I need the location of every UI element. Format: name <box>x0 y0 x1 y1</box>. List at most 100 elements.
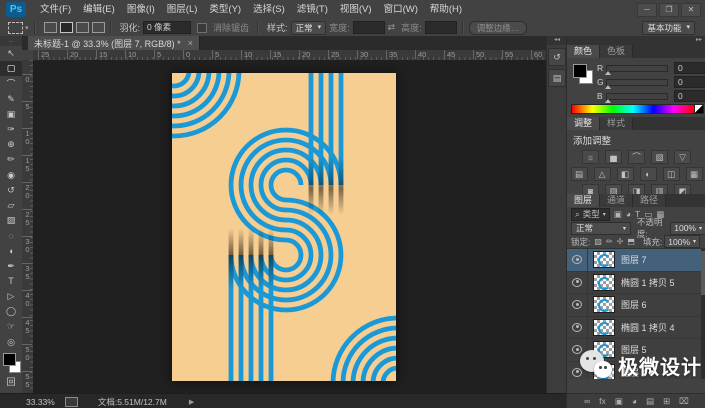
current-tool-icon[interactable] <box>8 22 23 34</box>
close-button[interactable]: ✕ <box>681 3 701 17</box>
collapsed-panel-history[interactable]: ↺ <box>548 48 566 66</box>
dodge-tool[interactable]: ◖ <box>0 243 22 258</box>
quick-mask-button[interactable]: 回 <box>0 374 22 389</box>
maximize-button[interactable]: ❐ <box>659 3 679 17</box>
marquee-tool[interactable]: ▢ <box>0 61 22 76</box>
zoom-tool[interactable]: ◎ <box>0 335 22 350</box>
adj-photo-filter[interactable]: ◐ <box>640 167 657 181</box>
layer-filter-select[interactable]: ⌕ 类型 ▾ <box>571 208 610 221</box>
selection-subtract-icon[interactable] <box>76 22 89 33</box>
tab-paths[interactable]: 路径 <box>633 194 666 207</box>
layer-row[interactable]: 图层 6 <box>567 294 705 317</box>
tool-preset-arrow-icon[interactable]: ▾ <box>25 24 29 32</box>
channel-value-input[interactable]: 0 <box>674 62 705 74</box>
antialias-checkbox[interactable] <box>197 23 207 33</box>
adj-black-white[interactable]: ◧ <box>617 167 634 181</box>
refine-edge-button[interactable]: 调整边缘… <box>469 21 528 35</box>
adj-levels[interactable]: ▅ <box>605 150 622 164</box>
type-tool[interactable]: T <box>0 274 22 289</box>
zoom-level-input[interactable]: 33.33% <box>26 397 55 407</box>
slider-thumb[interactable] <box>605 99 611 103</box>
channel-slider[interactable] <box>606 93 668 100</box>
layer-thumbnail[interactable] <box>593 296 615 313</box>
height-input[interactable] <box>425 21 457 34</box>
menu-select[interactable]: 选择(S) <box>247 0 291 19</box>
layer-thumbnail[interactable] <box>593 319 615 336</box>
adj-curves[interactable]: ⌒ <box>628 150 645 164</box>
feather-input[interactable]: 0 像素 <box>143 21 191 34</box>
tab-channels[interactable]: 通道 <box>600 194 633 207</box>
menu-view[interactable]: 视图(V) <box>334 0 378 19</box>
pen-tool[interactable]: ✒ <box>0 259 22 274</box>
tab-close-icon[interactable]: × <box>188 38 193 48</box>
menu-layer[interactable]: 图层(L) <box>161 0 204 19</box>
lasso-tool[interactable]: ⌒ <box>0 76 22 91</box>
clone-stamp-tool[interactable]: ◉ <box>0 168 22 183</box>
quick-selection-tool[interactable]: ✎ <box>0 92 22 107</box>
layer-style-icon[interactable]: fx <box>599 395 606 408</box>
eyedropper-tool[interactable]: ✑ <box>0 122 22 137</box>
menu-file[interactable]: 文件(F) <box>34 0 77 19</box>
add-mask-icon[interactable]: ▣ <box>615 395 623 408</box>
status-expand-icon[interactable]: ▶ <box>189 398 194 406</box>
minimize-button[interactable]: ─ <box>637 3 657 17</box>
shape-tool[interactable]: ◯ <box>0 304 22 319</box>
new-group-icon[interactable]: ▤ <box>646 395 654 408</box>
width-input[interactable] <box>353 21 385 34</box>
canvas-artwork[interactable] <box>172 73 396 381</box>
expand-dock-icon[interactable]: ◂◂ <box>547 36 567 45</box>
selection-add-icon[interactable] <box>60 22 73 33</box>
tab-color[interactable]: 颜色 <box>567 45 600 58</box>
link-layers-icon[interactable]: ∞ <box>584 395 590 408</box>
adj-brightness-contrast[interactable]: ☼ <box>582 150 599 164</box>
layer-thumbnail[interactable] <box>593 251 615 268</box>
foreground-color-swatch[interactable] <box>3 353 16 366</box>
canvas-viewport[interactable] <box>33 60 546 393</box>
adj-color-balance[interactable]: △ <box>594 167 611 181</box>
fill-select[interactable]: 100%▾ <box>664 235 700 248</box>
document-tab[interactable]: 未标题-1 @ 33.3% (图层 7, RGB/8) * × <box>28 36 200 50</box>
workspace-select[interactable]: 基本功能▾ <box>642 21 695 35</box>
hand-tool[interactable]: ☞ <box>0 319 22 334</box>
visibility-toggle[interactable] <box>567 317 588 339</box>
collapse-dock-icon[interactable]: ▸▸ <box>567 36 705 45</box>
style-select[interactable]: 正常▾ <box>291 21 327 35</box>
blur-tool[interactable]: ◌ <box>0 228 22 243</box>
eraser-tool[interactable]: ▱ <box>0 198 22 213</box>
lock-pixels-icon[interactable]: ✏ <box>606 237 613 246</box>
color-spectrum-bar[interactable] <box>571 104 695 114</box>
healing-brush-tool[interactable]: ⊕ <box>0 137 22 152</box>
visibility-toggle[interactable] <box>567 272 588 294</box>
blend-mode-select[interactable]: 正常▾ <box>571 222 631 235</box>
menu-image[interactable]: 图像(I) <box>121 0 161 19</box>
slider-thumb[interactable] <box>605 85 611 89</box>
layer-thumbnail[interactable] <box>593 274 615 291</box>
layer-row[interactable]: 椭圆 1 拷贝 4 <box>567 317 705 340</box>
spectrum-bw-swatch[interactable] <box>694 104 704 114</box>
filter-adjustment-layers-icon[interactable]: ◕ <box>626 209 631 220</box>
new-layer-icon[interactable]: ⊞ <box>663 395 670 408</box>
history-brush-tool[interactable]: ↺ <box>0 183 22 198</box>
lock-transparency-icon[interactable]: ▨ <box>594 237 602 246</box>
channel-slider[interactable] <box>606 79 668 86</box>
toolbar-grip[interactable]: ‥ <box>0 36 22 46</box>
adj-hue-saturation[interactable]: ▤ <box>571 167 588 181</box>
channel-slider[interactable] <box>606 65 668 72</box>
selection-intersect-icon[interactable] <box>92 22 105 33</box>
menu-type[interactable]: 类型(Y) <box>203 0 247 19</box>
new-adjustment-icon[interactable]: ◕ <box>632 395 637 408</box>
adj-channel-mixer[interactable]: ◫ <box>663 167 680 181</box>
gradient-tool[interactable]: ▨ <box>0 213 22 228</box>
collapsed-panel-properties[interactable]: ▤ <box>548 69 566 87</box>
tab-styles[interactable]: 样式 <box>600 117 633 130</box>
menu-edit[interactable]: 编辑(E) <box>77 0 121 19</box>
filter-pixel-layers-icon[interactable]: ▣ <box>614 209 622 220</box>
foreground-color-swatch[interactable] <box>573 64 587 78</box>
adj-exposure[interactable]: ▧ <box>651 150 668 164</box>
lock-position-icon[interactable]: ✢ <box>617 237 624 246</box>
tab-swatches[interactable]: 色板 <box>600 45 633 58</box>
menu-filter[interactable]: 滤镜(T) <box>291 0 334 19</box>
adj-color-lookup[interactable]: ▦ <box>686 167 703 181</box>
visibility-toggle[interactable] <box>567 294 588 316</box>
channel-value-input[interactable]: 0 <box>674 90 705 102</box>
